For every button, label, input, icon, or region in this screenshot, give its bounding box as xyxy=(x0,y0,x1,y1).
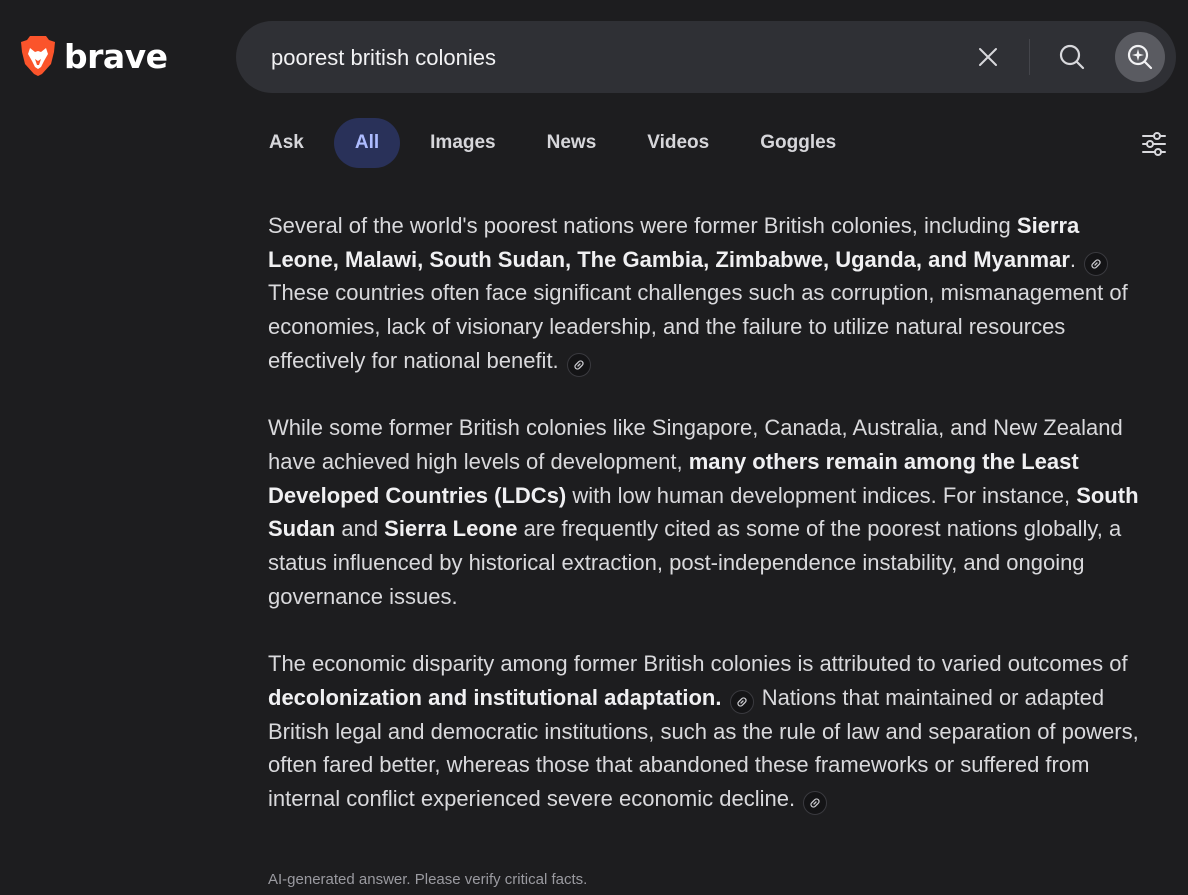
ai-disclaimer: AI-generated answer. Please verify criti… xyxy=(268,871,588,888)
answer-bold-text: Sierra Leone xyxy=(384,516,518,542)
clear-search-button[interactable] xyxy=(970,39,1006,75)
tab-goggles[interactable]: Goggles xyxy=(739,118,857,168)
answer-text: These countries often face significant c… xyxy=(268,280,1128,373)
ai-answer-button[interactable] xyxy=(1115,32,1165,82)
brand-name: brave xyxy=(64,36,168,76)
answer-text: with low human development indices. For … xyxy=(566,482,1077,508)
ai-sparkle-search-icon xyxy=(1127,44,1153,70)
close-icon xyxy=(979,48,997,66)
tab-images[interactable]: Images xyxy=(409,118,516,168)
search-filters-button[interactable] xyxy=(1140,130,1168,158)
citation-link-button[interactable] xyxy=(1084,251,1109,276)
sliders-icon xyxy=(1142,132,1166,156)
search-icon xyxy=(1059,44,1085,70)
brave-lion-icon xyxy=(21,36,55,76)
search-tabs: Ask All Images News Videos Goggles xyxy=(248,118,866,168)
citation-link-button[interactable] xyxy=(566,352,591,377)
tab-videos[interactable]: Videos xyxy=(626,118,730,168)
ai-answer: Several of the world's poorest nations w… xyxy=(268,209,1148,849)
search-button[interactable] xyxy=(1054,39,1090,75)
search-divider xyxy=(1029,39,1030,75)
link-icon xyxy=(736,697,747,707)
search-input[interactable] xyxy=(269,41,933,75)
answer-paragraph-2: While some former British colonies like … xyxy=(268,411,1148,613)
answer-text: and xyxy=(335,516,385,542)
answer-text: . xyxy=(1069,246,1083,272)
answer-bold-text: decolonization and institutional adaptat… xyxy=(268,684,722,710)
link-icon xyxy=(810,798,820,808)
search-bar xyxy=(236,21,1176,93)
tab-ask[interactable]: Ask xyxy=(248,118,325,168)
link-icon xyxy=(574,360,584,370)
citation-link-button[interactable] xyxy=(803,790,828,815)
answer-paragraph-3: The economic disparity among former Brit… xyxy=(268,647,1148,816)
tab-all[interactable]: All xyxy=(333,118,401,168)
tab-news[interactable]: News xyxy=(526,118,618,168)
citation-link-button[interactable] xyxy=(729,689,754,714)
brave-logo[interactable]: brave xyxy=(18,34,168,78)
link-icon xyxy=(1091,259,1101,269)
answer-text: Several of the world's poorest nations w… xyxy=(268,213,1017,238)
answer-text xyxy=(721,685,727,710)
answer-paragraph-1: Several of the world's poorest nations w… xyxy=(268,209,1148,378)
answer-text: The economic disparity among former Brit… xyxy=(268,651,1128,677)
